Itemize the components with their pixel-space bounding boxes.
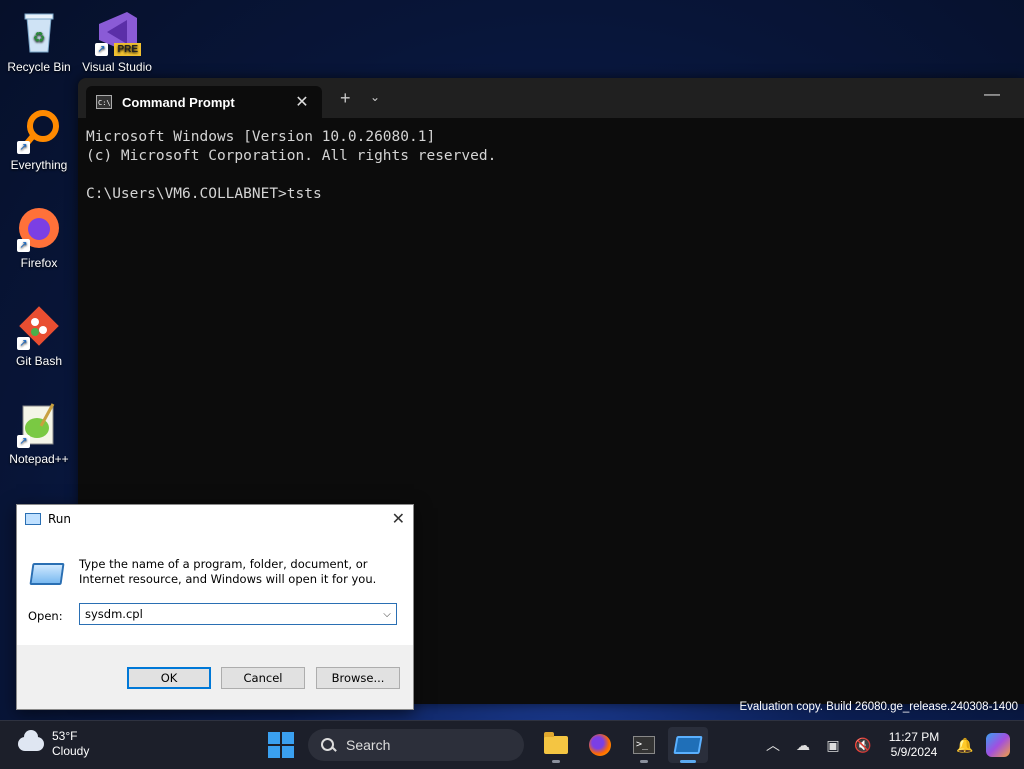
run-button-row: OK Cancel Browse... — [17, 665, 413, 695]
run-small-icon — [25, 513, 41, 525]
firefox-icon — [589, 734, 611, 756]
desktop-icon-label: Visual Studio 2022 Preview — [82, 60, 152, 74]
network-icon[interactable]: ▣ — [818, 737, 848, 754]
new-tab-button[interactable]: + — [340, 88, 351, 109]
shortcut-arrow-icon: ↗ — [17, 239, 30, 252]
browse-button[interactable]: Browse... — [316, 667, 400, 689]
open-combobox[interactable]: ⌵ — [79, 603, 397, 625]
folder-icon — [544, 732, 568, 754]
desktop-icon-firefox[interactable]: ↗ Firefox — [0, 204, 78, 270]
command-prompt-icon: C:\ — [96, 95, 112, 109]
taskbar-terminal[interactable]: >_ — [624, 727, 664, 763]
run-dialog[interactable]: Run ✕ Type the name of a program, folder… — [16, 504, 414, 710]
search-label: Search — [346, 737, 391, 753]
run-content: Type the name of a program, folder, docu… — [17, 533, 413, 645]
desktop-icon-git-bash[interactable]: ↗ Git Bash — [0, 302, 78, 368]
close-tab-icon[interactable]: ✕ — [292, 92, 312, 112]
taskbar-file-explorer[interactable] — [536, 727, 576, 763]
git-bash-icon: ↗ — [15, 302, 63, 350]
minimize-button[interactable]: — — [984, 86, 1000, 104]
run-description: Type the name of a program, folder, docu… — [79, 557, 377, 586]
evaluation-watermark: Evaluation copy. Build 26080.ge_release.… — [739, 701, 1018, 713]
cloud-icon — [18, 730, 44, 751]
notification-bell-icon[interactable]: 🔔 — [950, 737, 980, 754]
shortcut-arrow-icon: ↗ — [17, 337, 30, 350]
taskbar: 53°F Cloudy Search >_ ︿ ☁ ▣ 🔇 11:27 PM 5… — [0, 720, 1024, 769]
chevron-down-icon[interactable]: ⌵ — [378, 609, 396, 620]
svg-text:♻: ♻ — [33, 29, 46, 45]
desktop-icon-visual-studio[interactable]: PRE ↗ Visual Studio 2022 Preview — [78, 8, 156, 74]
copilot-icon[interactable] — [986, 733, 1010, 757]
search-icon — [320, 737, 336, 753]
shortcut-arrow-icon: ↗ — [95, 43, 108, 56]
clock-time: 11:27 PM — [888, 730, 940, 744]
desktop-icon-label: Notepad++ — [9, 452, 69, 466]
desktop-icon-label: Firefox — [20, 256, 58, 270]
firefox-icon: ↗ — [15, 204, 63, 252]
tab-title: Command Prompt — [122, 94, 235, 110]
ok-button[interactable]: OK — [127, 667, 211, 689]
terminal-output[interactable]: Microsoft Windows [Version 10.0.26080.1]… — [78, 118, 1024, 214]
terminal-icon: >_ — [633, 736, 655, 754]
desktop-icon-recycle-bin[interactable]: ♻ Recycle Bin — [0, 8, 78, 74]
open-input[interactable] — [80, 606, 378, 622]
weather-temperature: 53°F — [52, 729, 78, 743]
open-label: Open: — [28, 609, 63, 623]
clock-date: 5/9/2024 — [890, 745, 938, 759]
close-icon[interactable]: ✕ — [392, 509, 405, 528]
recycle-bin-icon: ♻ — [15, 8, 63, 56]
run-title: Run — [48, 512, 72, 526]
desktop-icon-notepad-plus-plus[interactable]: ↗ Notepad++ — [0, 400, 78, 466]
run-title-bar[interactable]: Run ✕ — [17, 505, 413, 533]
desktop-icon-label: Recycle Bin — [7, 60, 71, 74]
shortcut-arrow-icon: ↗ — [17, 141, 30, 154]
everything-search-icon: ↗ — [15, 106, 63, 154]
desktop-icon-label: Git Bash — [15, 354, 63, 368]
shortcut-arrow-icon: ↗ — [17, 435, 30, 448]
start-button[interactable] — [268, 732, 294, 758]
chevron-up-icon[interactable]: ︿ — [758, 735, 788, 755]
desktop-icon-label: Everything — [10, 158, 68, 172]
system-tray: ︿ ☁ ▣ 🔇 11:27 PM 5/9/2024 🔔 — [758, 721, 1024, 769]
taskbar-search[interactable]: Search — [308, 729, 524, 761]
onedrive-icon[interactable]: ☁ — [788, 737, 818, 754]
visual-studio-icon: PRE ↗ — [93, 8, 141, 56]
notepad-plus-plus-icon: ↗ — [15, 400, 63, 448]
taskbar-apps: Search >_ — [268, 727, 712, 763]
terminal-line: Microsoft Windows [Version 10.0.26080.1] — [86, 129, 436, 145]
weather-description: Cloudy — [52, 744, 90, 758]
tab-command-prompt[interactable]: C:\ Command Prompt ✕ — [86, 86, 322, 118]
terminal-line: (c) Microsoft Corporation. All rights re… — [86, 148, 497, 164]
clock[interactable]: 11:27 PM 5/9/2024 — [882, 730, 946, 760]
tab-dropdown-icon[interactable]: ⌄ — [370, 90, 380, 104]
cancel-button[interactable]: Cancel — [221, 667, 305, 689]
run-program-icon — [29, 563, 65, 585]
taskbar-run[interactable] — [668, 727, 708, 763]
run-icon — [673, 736, 703, 754]
volume-icon[interactable]: 🔇 — [848, 737, 878, 754]
desktop-icon-everything[interactable]: ↗ Everything — [0, 106, 78, 172]
weather-widget[interactable]: 53°F Cloudy — [18, 729, 89, 759]
taskbar-firefox[interactable] — [580, 727, 620, 763]
terminal-prompt-line: C:\Users\VM6.COLLABNET>tsts — [86, 186, 322, 202]
terminal-tab-bar: C:\ Command Prompt ✕ + ⌄ — — [78, 78, 1024, 118]
preview-badge: PRE — [114, 43, 141, 56]
